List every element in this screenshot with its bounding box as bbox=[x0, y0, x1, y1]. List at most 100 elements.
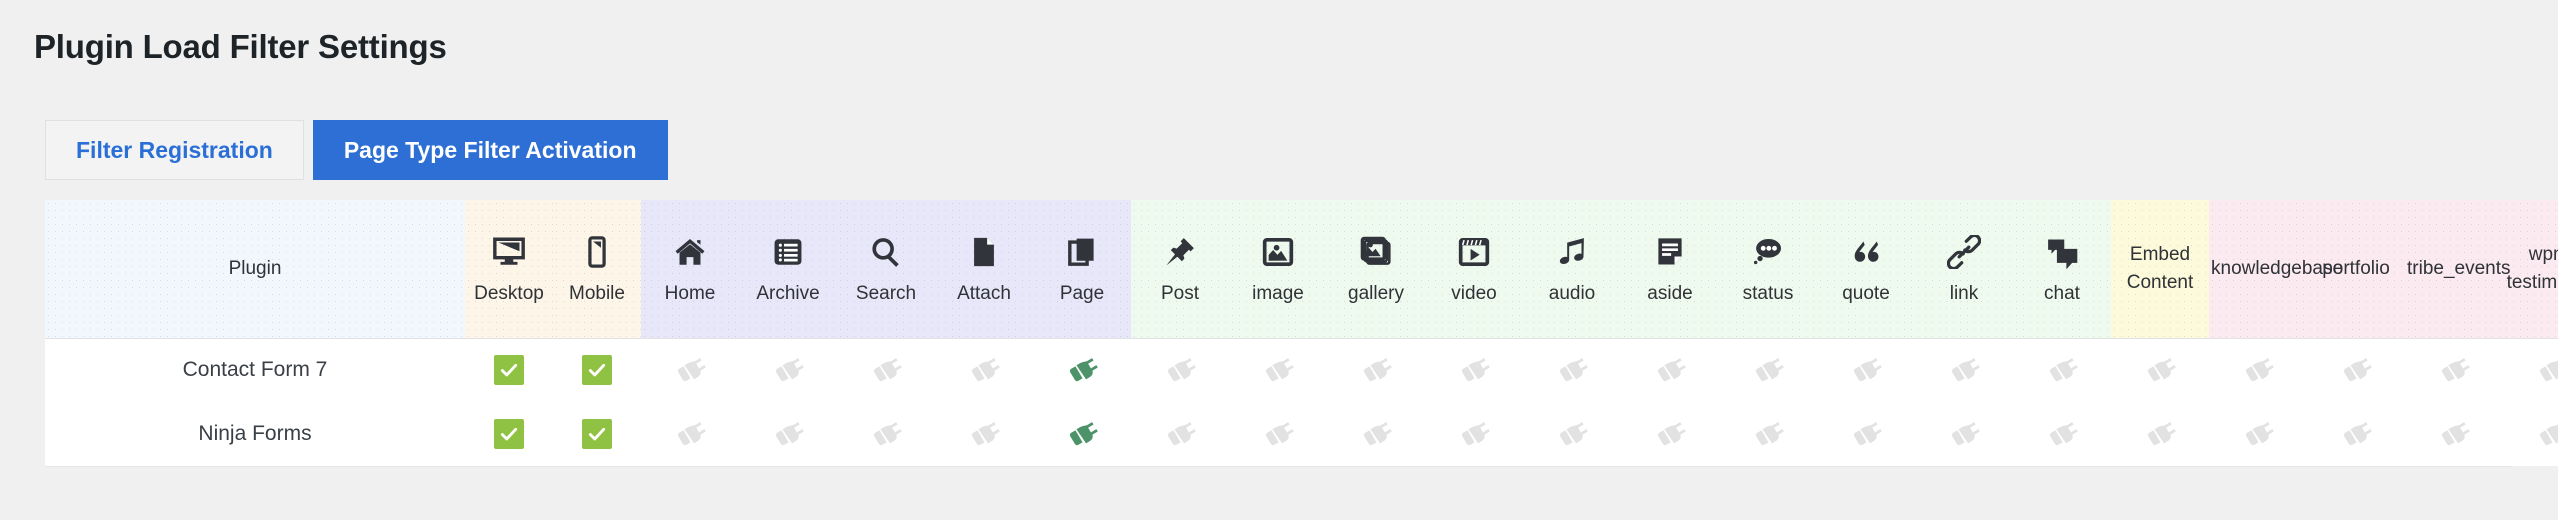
column-header-label: Search bbox=[855, 283, 917, 305]
page-title: Plugin Load Filter Settings bbox=[34, 28, 447, 65]
column-header-label: quote bbox=[1842, 283, 1890, 305]
plug-toggle-link[interactable] bbox=[1947, 417, 1981, 451]
tab-page-type-filter-activation[interactable]: Page Type Filter Activation bbox=[312, 120, 668, 180]
column-header-label: Attach bbox=[957, 283, 1011, 305]
checkbox-mobile[interactable] bbox=[582, 419, 612, 449]
column-header-mobile: Mobile bbox=[553, 200, 641, 339]
cell-tribe-events bbox=[2405, 402, 2503, 466]
column-header-knowledgebase: knowledgebase bbox=[2209, 200, 2344, 339]
plug-toggle-chat[interactable] bbox=[2045, 417, 2079, 451]
plug-toggle-search[interactable] bbox=[869, 353, 903, 387]
cell-link bbox=[1915, 402, 2013, 466]
plug-toggle-quote[interactable] bbox=[1849, 353, 1883, 387]
plug-toggle-attach[interactable] bbox=[967, 417, 1001, 451]
plug-toggle-knowledgebase[interactable] bbox=[2241, 417, 2275, 451]
plug-toggle-page[interactable] bbox=[1065, 417, 1099, 451]
column-header-label: image bbox=[1252, 283, 1304, 305]
plug-toggle-video[interactable] bbox=[1457, 353, 1491, 387]
plug-toggle-tribe-events[interactable] bbox=[2437, 417, 2471, 451]
search-icon bbox=[839, 229, 933, 275]
column-header-search: Search bbox=[837, 200, 935, 339]
column-header-label: Embed Content bbox=[2126, 244, 2194, 293]
cell-knowledgebase bbox=[2209, 402, 2307, 466]
audio-icon bbox=[1525, 229, 1619, 275]
plug-toggle-chat[interactable] bbox=[2045, 353, 2079, 387]
plug-toggle-home[interactable] bbox=[673, 353, 707, 387]
plug-toggle-status[interactable] bbox=[1751, 353, 1785, 387]
column-header-tribe-events: tribe_events bbox=[2405, 200, 2511, 339]
plug-toggle-home[interactable] bbox=[673, 417, 707, 451]
column-header-label: Post bbox=[1160, 283, 1200, 305]
plug-toggle-knowledgebase[interactable] bbox=[2241, 353, 2275, 387]
plug-toggle-aside[interactable] bbox=[1653, 417, 1687, 451]
cell-search bbox=[837, 338, 935, 402]
image-icon bbox=[1231, 229, 1325, 275]
column-header-chat: chat bbox=[2013, 200, 2111, 339]
column-header-gallery: gallery bbox=[1327, 200, 1425, 339]
plug-toggle-wpm-testimonial[interactable] bbox=[2535, 353, 2558, 387]
column-header-label: link bbox=[1949, 283, 1979, 305]
tab-bar: Filter Registration Page Type Filter Acti… bbox=[45, 120, 668, 180]
plug-toggle-audio[interactable] bbox=[1555, 417, 1589, 451]
plug-toggle-quote[interactable] bbox=[1849, 417, 1883, 451]
plug-toggle-tribe-events[interactable] bbox=[2437, 353, 2471, 387]
column-header-quote: quote bbox=[1817, 200, 1915, 339]
column-header-label: video bbox=[1451, 283, 1497, 305]
plugin-name-cell: Ninja Forms bbox=[45, 402, 465, 466]
plug-toggle-audio[interactable] bbox=[1555, 353, 1589, 387]
plug-toggle-video[interactable] bbox=[1457, 417, 1491, 451]
cell-quote bbox=[1817, 338, 1915, 402]
plug-toggle-status[interactable] bbox=[1751, 417, 1785, 451]
plug-toggle-embed-content[interactable] bbox=[2143, 353, 2177, 387]
plug-toggle-attach[interactable] bbox=[967, 353, 1001, 387]
plug-toggle-aside[interactable] bbox=[1653, 353, 1687, 387]
column-header-label: aside bbox=[1647, 283, 1693, 305]
status-icon bbox=[1721, 229, 1815, 275]
column-header-status: status bbox=[1719, 200, 1817, 339]
plug-toggle-portfolio[interactable] bbox=[2339, 353, 2373, 387]
column-header-label: gallery bbox=[1348, 283, 1404, 305]
column-header-audio: audio bbox=[1523, 200, 1621, 339]
column-header-link: link bbox=[1915, 200, 2013, 339]
column-header-plugin: Plugin bbox=[45, 200, 465, 339]
cell-page bbox=[1033, 402, 1131, 466]
video-icon bbox=[1427, 229, 1521, 275]
plug-toggle-portfolio[interactable] bbox=[2339, 417, 2373, 451]
column-header-desktop: Desktop bbox=[465, 200, 553, 339]
cell-mobile bbox=[553, 402, 641, 466]
plug-toggle-embed-content[interactable] bbox=[2143, 417, 2177, 451]
plug-toggle-search[interactable] bbox=[869, 417, 903, 451]
plug-toggle-image[interactable] bbox=[1261, 353, 1295, 387]
cell-video bbox=[1425, 338, 1523, 402]
plug-toggle-link[interactable] bbox=[1947, 353, 1981, 387]
column-header-video: video bbox=[1425, 200, 1523, 339]
plug-toggle-wpm-testimonial[interactable] bbox=[2535, 417, 2558, 451]
cell-home bbox=[641, 338, 739, 402]
cell-gallery bbox=[1327, 338, 1425, 402]
plug-toggle-gallery[interactable] bbox=[1359, 353, 1393, 387]
checkbox-desktop[interactable] bbox=[494, 419, 524, 449]
home-icon bbox=[643, 229, 737, 275]
page-type-filter-table: Plugin Desktop Mobile Home Archive Search Atta… bbox=[45, 200, 2558, 466]
table-row: Ninja Forms bbox=[45, 402, 2558, 466]
cell-attach bbox=[935, 338, 1033, 402]
plug-toggle-post[interactable] bbox=[1163, 353, 1197, 387]
column-header-image: image bbox=[1229, 200, 1327, 339]
column-header-embed-content: Embed Content bbox=[2111, 200, 2209, 339]
plug-toggle-page[interactable] bbox=[1065, 353, 1099, 387]
checkbox-desktop[interactable] bbox=[494, 355, 524, 386]
column-header-label: wpm-testimonial bbox=[2506, 244, 2558, 293]
tab-filter-registration[interactable]: Filter Registration bbox=[45, 120, 304, 180]
column-header-label: knowledgebase bbox=[2211, 257, 2344, 279]
plug-toggle-image[interactable] bbox=[1261, 417, 1295, 451]
checkbox-mobile[interactable] bbox=[582, 355, 612, 386]
cell-image bbox=[1229, 338, 1327, 402]
cell-attach bbox=[935, 402, 1033, 466]
post-icon bbox=[1133, 229, 1227, 275]
plug-toggle-post[interactable] bbox=[1163, 417, 1197, 451]
plug-toggle-archive[interactable] bbox=[771, 417, 805, 451]
plug-toggle-archive[interactable] bbox=[771, 353, 805, 387]
plug-toggle-gallery[interactable] bbox=[1359, 417, 1393, 451]
gallery-icon bbox=[1329, 229, 1423, 275]
cell-audio bbox=[1523, 338, 1621, 402]
